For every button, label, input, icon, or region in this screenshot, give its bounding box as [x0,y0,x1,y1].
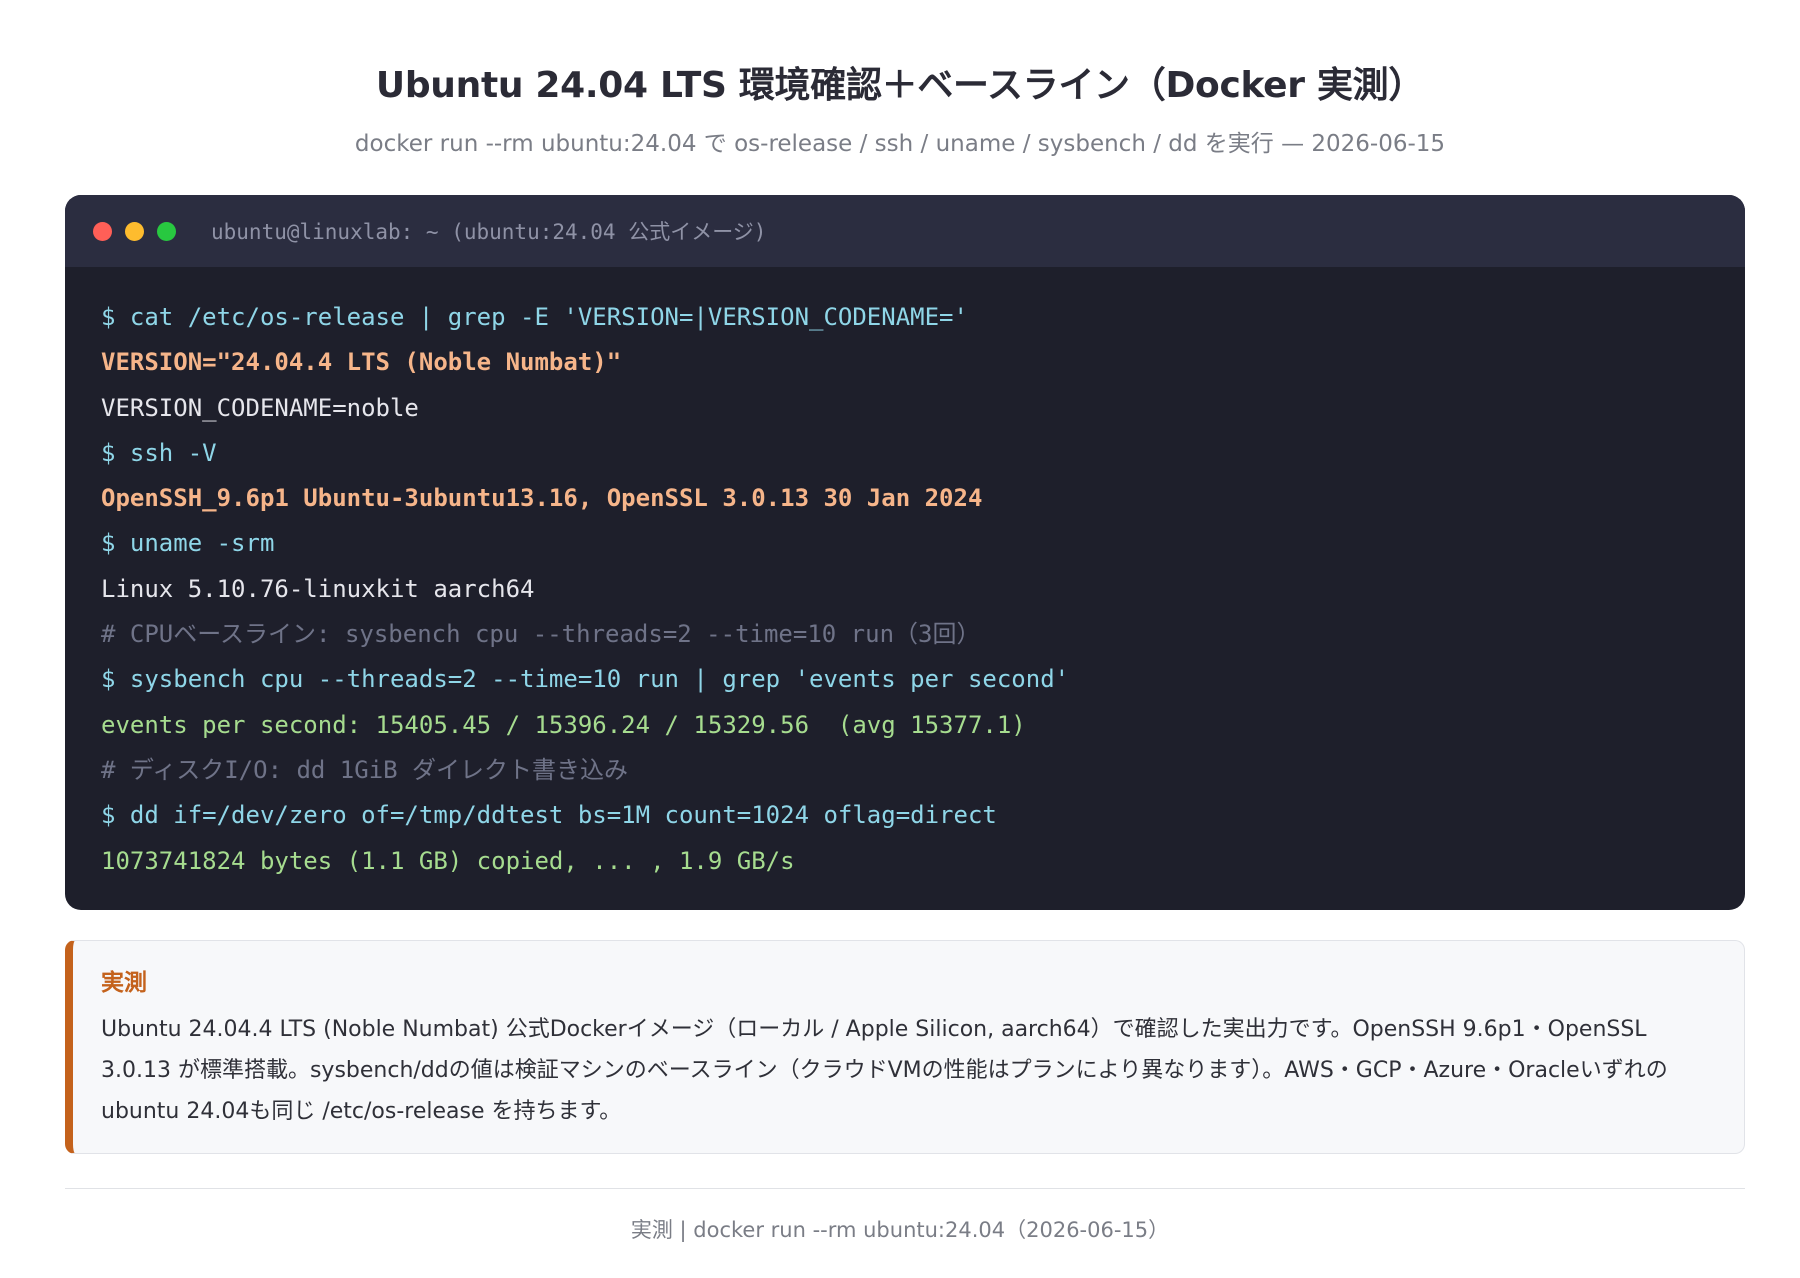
terminal-line: # CPUベースライン: sysbench cpu --threads=2 --… [101,620,981,649]
terminal-line: $ uname -srm [101,529,275,558]
page-title: Ubuntu 24.04 LTS 環境確認＋ベースライン（Docker 実測） [375,65,1425,106]
terminal-output[interactable]: $ cat /etc/os-release | grep -E 'VERSION… [65,267,1745,884]
terminal-window: ubuntu@linuxlab: ~ (ubuntu:24.04 公式イメージ)… [65,195,1745,910]
footer-divider [65,1188,1745,1189]
measurement-note: 実測 Ubuntu 24.04.4 LTS (Noble Numbat) 公式D… [65,940,1745,1154]
terminal-title: ubuntu@linuxlab: ~ (ubuntu:24.04 公式イメージ) [211,220,767,244]
terminal-line: $ cat /etc/os-release | grep -E 'VERSION… [101,303,968,331]
terminal-line: $ ssh -V [101,438,217,467]
note-text: Ubuntu 24.04.4 LTS (Noble Numbat) 公式Dock… [101,1017,1668,1124]
terminal-line: $ dd if=/dev/zero of=/tmp/ddtest bs=1M c… [101,801,997,830]
terminal-line: Linux 5.10.76-linuxkit aarch64 [101,574,535,603]
note-title: 実測 [101,970,147,996]
terminal-line: VERSION="24.04.4 LTS (Noble Numbat)" [101,348,622,377]
minimize-window-dot-icon[interactable] [125,221,144,241]
terminal-line: VERSION_CODENAME=noble [101,393,419,422]
terminal-line: # ディスクI/O: dd 1GiB ダイレクト書き込み [101,755,629,784]
close-window-dot-icon[interactable] [93,221,112,241]
footer-text: 実測 | docker run --rm ubuntu:24.04（2026-0… [630,1218,1170,1242]
terminal-line: OpenSSH_9.6p1 Ubuntu-3ubuntu13.16, OpenS… [101,484,983,513]
terminal-line: 1073741824 bytes (1.1 GB) copied, ... , … [101,846,795,875]
maximize-window-dot-icon[interactable] [157,221,176,241]
terminal-line: events per second: 15405.45 / 15396.24 /… [101,710,1026,739]
terminal-line: $ sysbench cpu --threads=2 --time=10 run… [101,665,1070,694]
page-subtitle: docker run --rm ubuntu:24.04 で os-releas… [354,131,1446,157]
terminal-title-bar: ubuntu@linuxlab: ~ (ubuntu:24.04 公式イメージ) [65,195,1745,267]
